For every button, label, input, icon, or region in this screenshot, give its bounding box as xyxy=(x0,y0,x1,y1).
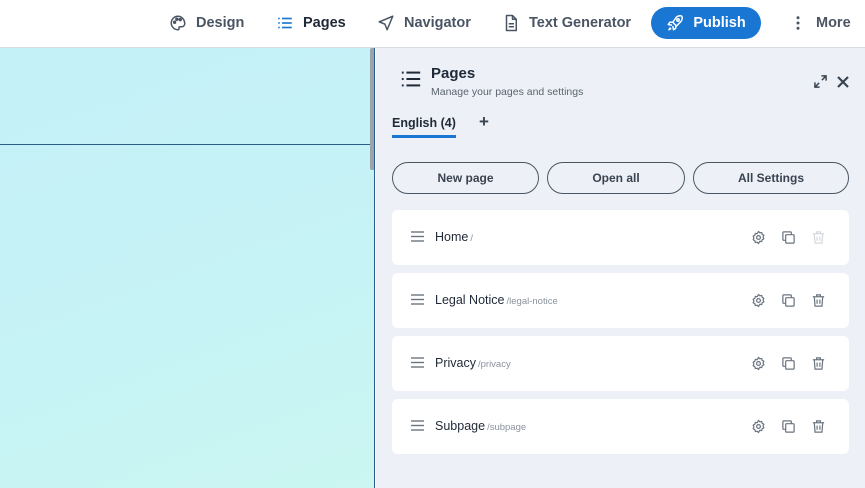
page-row-subpage[interactable]: Subpage/subpage xyxy=(392,399,849,454)
trash-icon[interactable] xyxy=(811,419,826,434)
panel-title: Pages xyxy=(431,65,476,82)
page-name[interactable]: Legal Notice/legal-notice xyxy=(435,293,558,307)
page-path: /legal-notice xyxy=(506,296,558,307)
publish-label: Publish xyxy=(693,15,746,31)
text-generator-label: Text Generator xyxy=(529,15,632,31)
design-tab[interactable]: Design xyxy=(169,0,244,46)
page-path: / xyxy=(470,233,473,244)
pages-label: Pages xyxy=(303,15,346,31)
settings-icon[interactable] xyxy=(751,230,766,245)
trash-icon[interactable] xyxy=(811,293,826,308)
settings-icon[interactable] xyxy=(751,356,766,371)
page-preview-canvas[interactable] xyxy=(0,48,375,488)
more-vertical-icon xyxy=(796,16,800,30)
page-row-legal-notice[interactable]: Legal Notice/legal-notice xyxy=(392,273,849,328)
page-title: Subpage xyxy=(435,419,486,433)
drag-handle-icon[interactable] xyxy=(411,357,424,368)
list-icon xyxy=(278,17,292,29)
drag-handle-icon[interactable] xyxy=(411,294,424,305)
list-icon xyxy=(401,71,421,87)
design-label: Design xyxy=(196,15,245,31)
page-title: Privacy xyxy=(435,356,476,370)
palette-icon xyxy=(170,15,186,31)
page-name[interactable]: Subpage/subpage xyxy=(435,419,526,433)
document-icon xyxy=(505,14,517,32)
more-menu[interactable]: More xyxy=(789,0,851,46)
add-language-button[interactable]: + xyxy=(479,112,489,132)
top-toolbar: Design Pages Navigator Text Generator Pu… xyxy=(0,0,865,48)
close-icon[interactable] xyxy=(836,75,850,89)
open-all-button[interactable]: Open all xyxy=(547,162,685,194)
publish-button[interactable]: Publish xyxy=(651,7,761,39)
navigator-tab[interactable]: Navigator xyxy=(377,0,471,46)
settings-icon[interactable] xyxy=(751,419,766,434)
navigator-label: Navigator xyxy=(404,15,471,31)
canvas-scrollbar[interactable] xyxy=(370,48,374,170)
drag-handle-icon[interactable] xyxy=(411,231,424,242)
duplicate-icon[interactable] xyxy=(781,419,796,434)
trash-icon xyxy=(812,231,825,244)
settings-icon[interactable] xyxy=(751,293,766,308)
page-row-privacy[interactable]: Privacy/privacy xyxy=(392,336,849,391)
page-title: Home xyxy=(435,230,469,244)
canvas-section-divider xyxy=(0,144,374,145)
more-label: More xyxy=(816,15,851,31)
text-generator-tab[interactable]: Text Generator xyxy=(502,0,631,46)
page-row-home[interactable]: Home / xyxy=(392,210,849,265)
language-tab-english[interactable]: English (4) xyxy=(392,116,456,138)
duplicate-icon[interactable] xyxy=(781,356,796,371)
all-settings-button[interactable]: All Settings xyxy=(693,162,849,194)
page-path: /privacy xyxy=(477,359,511,370)
page-path: /subpage xyxy=(487,422,527,433)
page-name[interactable]: Home / xyxy=(435,230,473,244)
duplicate-icon[interactable] xyxy=(781,230,796,245)
drag-handle-icon[interactable] xyxy=(411,420,424,431)
pages-panel: Pages Manage your pages and settings Eng… xyxy=(376,48,865,488)
panel-subtitle: Manage your pages and settings xyxy=(431,86,584,98)
trash-icon[interactable] xyxy=(811,356,826,371)
expand-icon[interactable] xyxy=(814,75,827,88)
new-page-button[interactable]: New page xyxy=(392,162,539,194)
navigation-arrow-icon xyxy=(378,15,394,31)
duplicate-icon[interactable] xyxy=(781,293,796,308)
page-name[interactable]: Privacy/privacy xyxy=(435,356,511,370)
rocket-icon xyxy=(667,15,684,31)
pages-tab[interactable]: Pages xyxy=(276,0,346,46)
page-title: Legal Notice xyxy=(435,293,505,307)
